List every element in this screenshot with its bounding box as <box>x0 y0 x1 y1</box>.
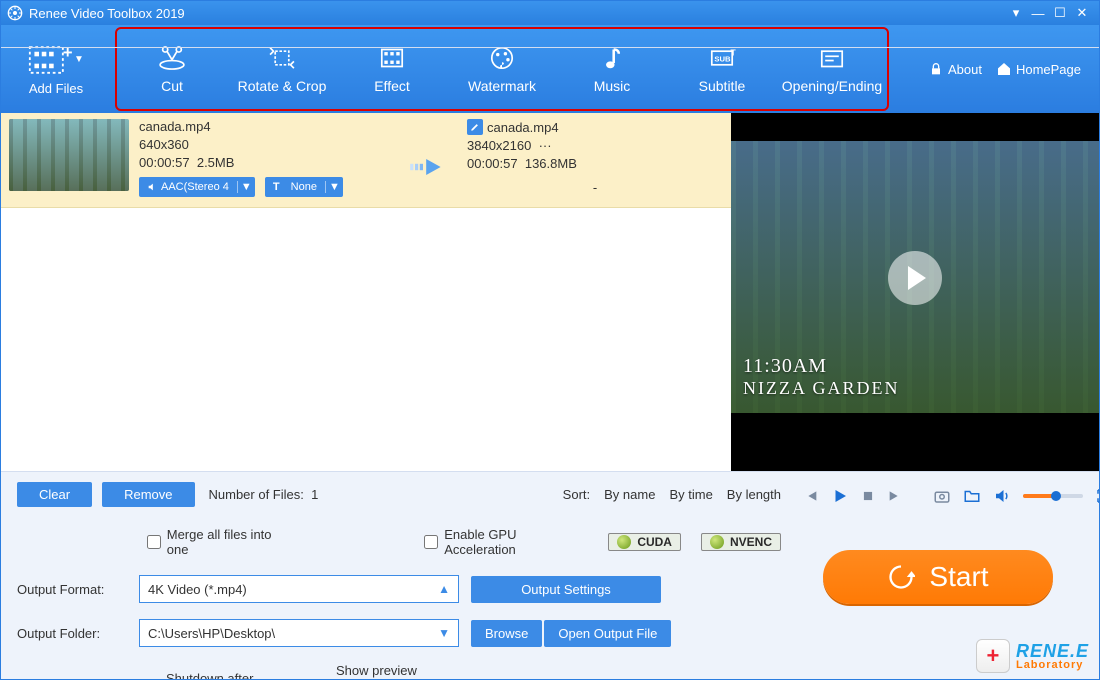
target-duration-size: 00:00:57 136.8MB <box>467 156 723 171</box>
toolbar-links: About HomePage <box>889 25 1099 113</box>
file-thumbnail <box>9 119 129 191</box>
nvenc-badge: NVENC <box>701 533 781 551</box>
crop-rotate-icon <box>265 44 299 72</box>
home-icon <box>996 61 1012 77</box>
tool-effect[interactable]: Effect <box>337 29 447 109</box>
tool-cut[interactable]: Cut <box>117 29 227 109</box>
audio-codec-dropdown[interactable]: AAC(Stereo 4 ▼ <box>139 177 255 197</box>
shutdown-checkbox[interactable]: Shutdown after conversion <box>147 671 257 680</box>
lock-icon <box>928 61 944 77</box>
preview-panel: 11:30AM NIZZA GARDEN <box>731 113 1099 471</box>
app-logo-icon <box>7 5 23 21</box>
target-info: canada.mp4 3840x2160 ··· 00:00:57 136.8M… <box>467 119 723 197</box>
title-card-icon <box>815 44 849 72</box>
output-format-label: Output Format: <box>17 582 127 597</box>
open-output-button[interactable]: Open Output File <box>544 620 671 647</box>
source-info: canada.mp4 640x360 00:00:57 2.5MB AAC(St… <box>139 119 395 197</box>
music-note-icon <box>595 44 629 72</box>
subtitle-dropdown[interactable]: T None ▼ <box>265 177 343 197</box>
clear-button[interactable]: Clear <box>17 482 92 507</box>
volume-icon[interactable] <box>993 487 1011 505</box>
player-prev-icon[interactable] <box>803 487 819 505</box>
preview-overlay-text: 11:30AM NIZZA GARDEN <box>743 355 900 399</box>
tool-subtitle[interactable]: SUBT Subtitle <box>667 29 777 109</box>
target-filename: canada.mp4 <box>487 120 559 135</box>
palette-icon <box>485 44 519 72</box>
add-files-button[interactable]: + ▼ Add Files <box>1 25 111 113</box>
file-list: canada.mp4 640x360 00:00:57 2.5MB AAC(St… <box>1 113 731 471</box>
tool-rotate-crop[interactable]: Rotate & Crop <box>227 29 337 109</box>
output-settings-button[interactable]: Output Settings <box>471 576 661 603</box>
start-button[interactable]: Start <box>823 550 1053 604</box>
output-folder-label: Output Folder: <box>17 626 127 641</box>
player-play-icon[interactable] <box>831 487 849 505</box>
preview-video: 11:30AM NIZZA GARDEN <box>731 113 1099 471</box>
svg-text:SUB: SUB <box>714 54 731 63</box>
bottom-panel: Clear Remove Number of Files: 1 Sort: By… <box>1 471 1099 679</box>
app-title: Renee Video Toolbox 2019 <box>29 6 1005 21</box>
tools-group-highlight: Cut Rotate & Crop Effect Watermark Music… <box>115 27 889 111</box>
close-window-icon[interactable]: ✕ <box>1071 5 1093 21</box>
chevron-down-icon: ▼ <box>325 181 343 193</box>
show-preview-checkbox[interactable]: Show preview when converting <box>317 663 427 680</box>
main-toolbar: + ▼ Add Files Cut Rotate & Crop Effect W… <box>1 25 1099 113</box>
source-resolution: 640x360 <box>139 137 395 152</box>
player-next-icon[interactable] <box>887 487 903 505</box>
filmstrip-icon <box>375 44 409 72</box>
scissors-icon <box>155 44 189 72</box>
titlebar: Renee Video Toolbox 2019 ▾ — ☐ ✕ <box>1 1 1099 25</box>
play-overlay-button[interactable] <box>888 251 942 305</box>
open-folder-icon[interactable] <box>963 487 981 505</box>
merge-checkbox[interactable]: Merge all files into one <box>147 527 294 557</box>
fullscreen-icon[interactable] <box>1095 487 1100 505</box>
sort-by-name[interactable]: By name <box>604 487 655 502</box>
homepage-link[interactable]: HomePage <box>996 61 1081 77</box>
chevron-down-icon: ▼ <box>438 626 450 640</box>
snapshot-icon[interactable] <box>933 487 951 505</box>
output-folder-input[interactable]: C:\Users\HP\Desktop\ ▼ <box>139 619 459 647</box>
sort-controls: Sort: By name By time By length <box>563 487 781 502</box>
tool-watermark[interactable]: Watermark <box>447 29 557 109</box>
browse-button[interactable]: Browse <box>471 620 542 647</box>
conversion-arrow-icon <box>401 119 461 197</box>
brand-logo: RENE.E Laboratory <box>976 639 1089 673</box>
cuda-badge: CUDA <box>608 533 681 551</box>
subtitle-icon: SUBT <box>705 44 739 72</box>
source-duration-size: 00:00:57 2.5MB <box>139 155 395 170</box>
source-filename: canada.mp4 <box>139 119 395 134</box>
edit-name-icon[interactable] <box>467 119 483 135</box>
target-resolution: 3840x2160 ··· <box>467 138 723 153</box>
chevron-down-icon: ▼ <box>237 181 255 193</box>
speaker-icon <box>147 182 157 192</box>
remove-button[interactable]: Remove <box>102 482 194 507</box>
quality-placeholder: - <box>467 174 723 195</box>
dropdown-window-icon[interactable]: ▾ <box>1005 5 1027 21</box>
tool-music[interactable]: Music <box>557 29 667 109</box>
brand-cross-icon <box>976 639 1010 673</box>
file-count: Number of Files: 1 <box>209 487 319 502</box>
output-format-select[interactable]: 4K Video (*.mp4) ▲ <box>139 575 459 603</box>
player-stop-icon[interactable] <box>861 487 875 505</box>
about-link[interactable]: About <box>928 61 982 77</box>
refresh-icon <box>887 563 915 591</box>
chevron-up-icon: ▲ <box>438 582 450 596</box>
minimize-window-icon[interactable]: — <box>1027 6 1049 21</box>
sort-by-time[interactable]: By time <box>669 487 712 502</box>
file-row[interactable]: canada.mp4 640x360 00:00:57 2.5MB AAC(St… <box>1 113 731 208</box>
gpu-checkbox[interactable]: Enable GPU Acceleration <box>424 527 588 557</box>
chevron-down-icon: ▼ <box>74 54 84 65</box>
maximize-window-icon[interactable]: ☐ <box>1049 5 1071 21</box>
sort-by-length[interactable]: By length <box>727 487 781 502</box>
app-window: Renee Video Toolbox 2019 ▾ — ☐ ✕ + ▼ Add… <box>0 0 1100 680</box>
svg-text:T: T <box>731 47 737 57</box>
volume-slider[interactable] <box>1023 494 1083 498</box>
tool-opening-ending[interactable]: Opening/Ending <box>777 29 887 109</box>
add-files-label: Add Files <box>29 81 83 96</box>
